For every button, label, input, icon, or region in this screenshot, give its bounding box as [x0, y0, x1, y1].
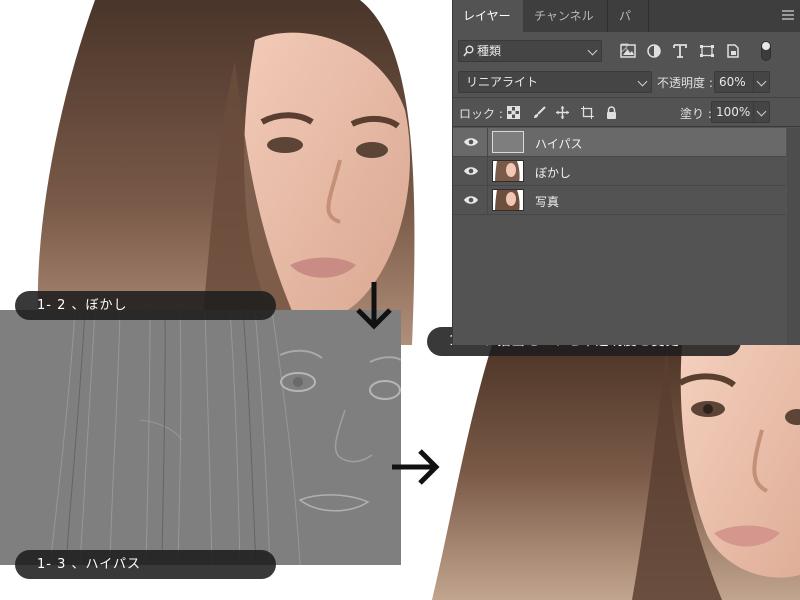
image-filter-icon[interactable] [620, 44, 636, 58]
lock-row: ロック : 塗り : 100% [453, 97, 800, 127]
caption-blur: 1- 2 、ぼかし [15, 291, 276, 320]
layer-thumbnail [492, 131, 524, 153]
filter-kind-label: 種類 [477, 44, 502, 58]
chevron-down-icon [756, 76, 767, 87]
layer-photo[interactable]: 写真 [453, 186, 786, 215]
lock-image-pixels-icon[interactable] [533, 106, 546, 119]
filter-toggle-icon[interactable] [761, 41, 771, 61]
layer-thumbnail [492, 189, 524, 211]
blend-mode-value: リニアライト [466, 75, 539, 89]
filter-kind-select[interactable]: 種類 [458, 40, 602, 62]
arrow-down-icon [356, 282, 392, 330]
fill-slider-toggle[interactable] [753, 101, 770, 123]
tab-paths[interactable]: パス [609, 0, 649, 55]
chevron-down-icon [756, 106, 767, 117]
divider [487, 157, 488, 186]
fill-label: 塗り : [680, 107, 712, 121]
layer-name: ハイパス [535, 137, 583, 151]
smart-object-filter-icon[interactable] [725, 44, 741, 58]
opacity-label: 不透明度 : [657, 76, 713, 90]
layers-scrollbar[interactable] [787, 128, 800, 345]
lock-artboard-icon[interactable] [581, 106, 594, 119]
layer-blur[interactable]: ぼかし [453, 157, 786, 186]
layers-panel: レイヤー チャンネル パス 種類 リニアライト 不透明度: 60% ロック:… [452, 0, 800, 345]
panel-tab-bar: レイヤー チャンネル パス [453, 0, 800, 55]
result-photo [432, 345, 800, 600]
layer-name: ぼかし [535, 166, 572, 180]
layer-thumbnail [492, 160, 524, 182]
caption-highpass: 1- 3 、ハイパス [15, 550, 276, 579]
adjustment-filter-icon[interactable] [646, 44, 662, 58]
tab-channels[interactable]: チャンネル [524, 0, 608, 32]
layer-filter-row: 種類 [453, 32, 800, 68]
blend-mode-select[interactable]: リニアライト [458, 71, 652, 93]
layer-name: 写真 [535, 195, 560, 209]
tab-layers[interactable]: レイヤー [453, 0, 523, 32]
panel-menu-icon[interactable] [782, 10, 794, 20]
divider [487, 128, 488, 157]
opacity-slider-toggle[interactable] [753, 71, 770, 93]
lock-position-icon[interactable] [556, 106, 569, 119]
arrow-right-icon [392, 449, 440, 485]
visibility-eye-icon[interactable] [463, 165, 479, 177]
search-icon [463, 45, 474, 57]
chevron-down-icon [587, 45, 598, 56]
lock-all-icon[interactable] [605, 106, 618, 119]
visibility-eye-icon[interactable] [463, 136, 479, 148]
visibility-eye-icon[interactable] [463, 194, 479, 206]
highpass-photo [0, 310, 401, 565]
layer-highpass[interactable]: ハイパス [453, 128, 786, 157]
blend-mode-row: リニアライト 不透明度 : 60% [453, 68, 800, 96]
shape-filter-icon[interactable] [699, 44, 715, 58]
type-filter-icon[interactable] [672, 44, 688, 58]
lock-label: ロック : [459, 107, 503, 121]
chevron-down-icon [637, 76, 648, 87]
divider [487, 186, 488, 215]
lock-transparent-pixels-icon[interactable] [507, 106, 520, 119]
